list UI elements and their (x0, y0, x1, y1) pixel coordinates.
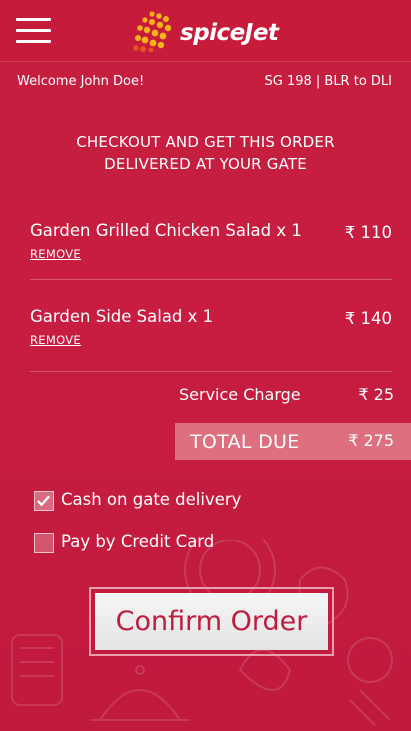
checkout-heading-line1: CHECKOUT AND GET THIS ORDER (76, 133, 335, 151)
order-item-price: ₹ 140 (344, 309, 392, 328)
credit-card-checkbox[interactable] (34, 533, 54, 553)
checkout-heading: CHECKOUT AND GET THIS ORDER DELIVERED AT… (0, 131, 411, 175)
credit-card-option-label: Pay by Credit Card (61, 532, 215, 551)
total-due-label: TOTAL DUE (190, 431, 300, 453)
total-due-row: TOTAL DUE ₹ 275 (175, 423, 411, 460)
flight-info-bar: Welcome John Doe! SG 198 | BLR to DLI (0, 74, 411, 94)
remove-item-link[interactable]: REMOVE (30, 247, 81, 261)
order-item: Garden Grilled Chicken Salad x 1 ₹ 110 R… (30, 221, 392, 271)
remove-item-link[interactable]: REMOVE (30, 333, 81, 347)
checkmark-icon (37, 495, 50, 507)
logo-wordmark: spiceJet (180, 20, 279, 46)
confirm-order-frame: Confirm Order (89, 587, 334, 656)
top-app-bar: spiceJet (0, 0, 411, 62)
service-charge-label: Service Charge (179, 385, 301, 404)
confirm-order-button[interactable]: Confirm Order (95, 593, 328, 650)
hamburger-menu-icon[interactable] (16, 18, 52, 44)
order-item: Garden Side Salad x 1 ₹ 140 REMOVE (30, 307, 392, 357)
flight-details: SG 198 | BLR to DLI (264, 74, 392, 89)
order-item-name: Garden Grilled Chicken Salad x 1 (30, 221, 302, 240)
divider (30, 279, 392, 280)
divider (30, 371, 392, 372)
total-due-value: ₹ 275 (348, 431, 394, 450)
spicejet-logo-icon (133, 11, 172, 52)
cash-checkbox[interactable] (34, 491, 54, 511)
service-charge-value: ₹ 25 (358, 385, 394, 404)
checkout-heading-line2: DELIVERED AT YOUR GATE (104, 155, 307, 173)
order-item-name: Garden Side Salad x 1 (30, 307, 214, 326)
cash-option-label: Cash on gate delivery (61, 490, 242, 509)
order-item-price: ₹ 110 (344, 223, 392, 242)
spicejet-logo: spiceJet (132, 10, 282, 52)
welcome-message: Welcome John Doe! (17, 74, 145, 89)
